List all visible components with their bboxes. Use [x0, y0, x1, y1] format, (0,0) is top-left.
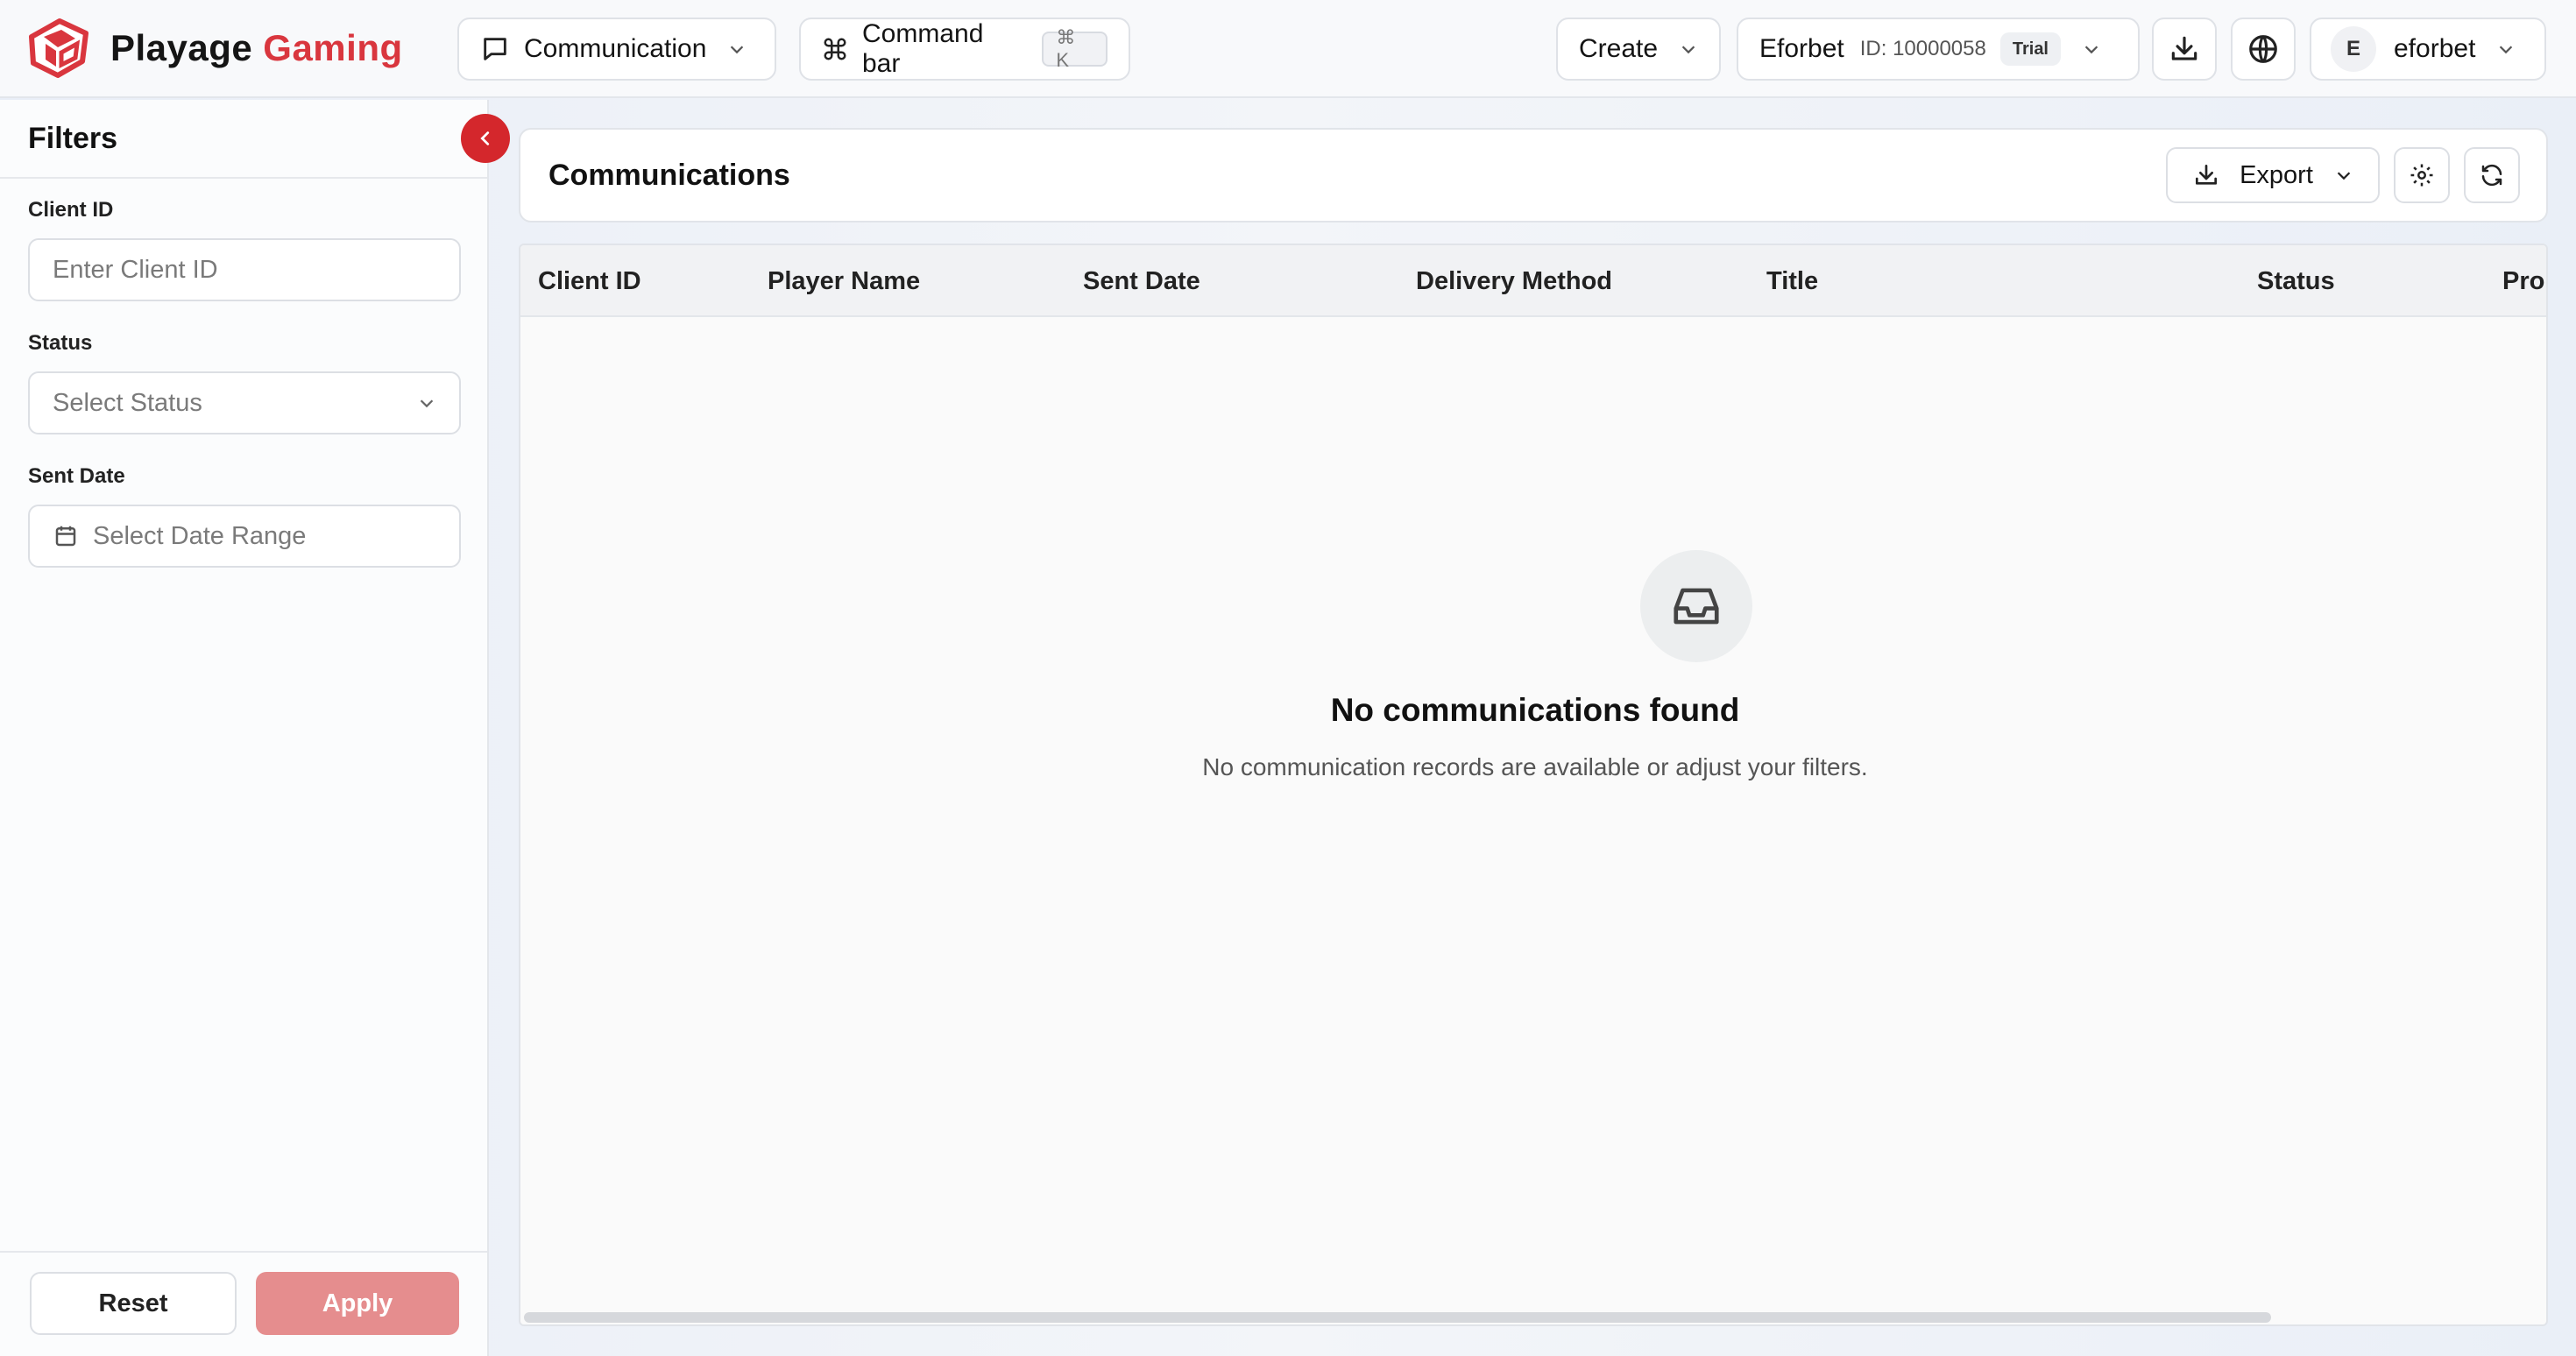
refresh-button[interactable] [2464, 147, 2520, 203]
create-label: Create [1579, 34, 1659, 63]
table-header: Client ID Player Name Sent Date Delivery… [520, 245, 2546, 317]
gear-icon [2410, 164, 2433, 187]
brand-name: Playage Gaming [110, 27, 403, 69]
horizontal-scrollbar[interactable] [524, 1312, 2271, 1323]
status-placeholder: Select Status [53, 388, 202, 417]
create-button[interactable]: Create [1556, 18, 1721, 81]
chevron-down-icon [2337, 172, 2351, 180]
export-label: Export [2240, 160, 2313, 189]
chevron-down-icon [2500, 46, 2513, 54]
communications-table: Client ID Player Name Sent Date Delivery… [519, 244, 2548, 1326]
client-id-label: Client ID [28, 198, 114, 222]
avatar: E [2331, 26, 2376, 72]
brand-name-first: Playage [110, 27, 253, 68]
empty-state-subtitle: No communication records are available o… [1202, 753, 1868, 780]
brand-logo[interactable]: Playage Gaming [26, 18, 403, 79]
user-name: eforbet [2394, 34, 2476, 63]
download-icon [2171, 36, 2197, 60]
status-select[interactable]: Select Status [28, 371, 461, 434]
table-settings-button[interactable] [2394, 147, 2450, 203]
sent-date-placeholder: Select Date Range [93, 521, 307, 550]
filters-actions: Reset Apply [0, 1251, 487, 1356]
refresh-icon [2481, 164, 2502, 187]
column-header-player-name[interactable]: Player Name [768, 245, 920, 317]
chevron-left-icon [480, 131, 490, 145]
calendar-icon [55, 526, 76, 547]
chat-bubble-icon [484, 38, 506, 60]
sent-date-label: Sent Date [28, 464, 125, 488]
export-button[interactable]: Export [2166, 147, 2380, 203]
apply-button[interactable]: Apply [256, 1272, 459, 1335]
chevron-down-icon [420, 399, 434, 408]
inbox-icon [1674, 588, 1719, 625]
empty-state-title: No communications found [1330, 692, 1740, 728]
filters-title: Filters [0, 100, 487, 179]
page-title: Communications [548, 158, 790, 192]
column-header-client-id[interactable]: Client ID [538, 245, 641, 317]
playage-logo-icon [29, 18, 88, 78]
client-id-placeholder: Enter Client ID [53, 255, 218, 284]
chevron-down-icon [2084, 46, 2098, 54]
empty-state-icon-container [1640, 550, 1752, 662]
status-label: Status [28, 331, 93, 355]
column-header-status[interactable]: Status [2257, 245, 2335, 317]
download-button[interactable] [2152, 18, 2217, 81]
account-id: ID: 10000058 [1859, 37, 1986, 60]
collapse-filters-button[interactable] [461, 114, 510, 163]
app-root: Playage Gaming Communication Command bar … [0, 0, 2576, 1356]
account-name: Eforbet [1759, 34, 1844, 63]
top-header: Playage Gaming Communication Command bar … [0, 0, 2576, 98]
user-menu[interactable]: E eforbet [2310, 18, 2546, 81]
brand-name-second: Gaming [263, 27, 403, 68]
download-icon [2196, 165, 2218, 185]
client-id-input[interactable]: Enter Client ID [28, 238, 461, 301]
reset-button[interactable]: Reset [30, 1272, 237, 1335]
command-shortcut-badge: ⌘ K [1042, 26, 1108, 71]
language-button[interactable] [2231, 18, 2296, 81]
communications-toolbar: Communications Export [519, 128, 2548, 222]
column-header-pro[interactable]: Pro [2502, 245, 2544, 317]
command-key-icon [824, 38, 846, 60]
account-plan-badge: Trial [1999, 32, 2061, 66]
command-bar-label: Command bar [862, 19, 984, 78]
column-header-sent-date[interactable]: Sent Date [1083, 245, 1200, 317]
column-header-title[interactable]: Title [1766, 245, 1818, 317]
chevron-down-icon [1681, 46, 1695, 54]
sent-date-range-picker[interactable]: Select Date Range [28, 505, 461, 568]
column-header-delivery-method[interactable]: Delivery Method [1416, 245, 1612, 317]
chevron-down-icon [731, 46, 744, 54]
globe-icon [2249, 35, 2277, 63]
command-bar-button[interactable]: Command bar ⌘ K [799, 18, 1130, 81]
module-selector[interactable]: Communication [457, 18, 776, 81]
module-selector-label: Communication [524, 34, 707, 63]
account-selector[interactable]: Eforbet ID: 10000058 Trial [1737, 18, 2140, 81]
filters-panel: Filters Client ID Enter Client ID Status… [0, 100, 489, 1356]
